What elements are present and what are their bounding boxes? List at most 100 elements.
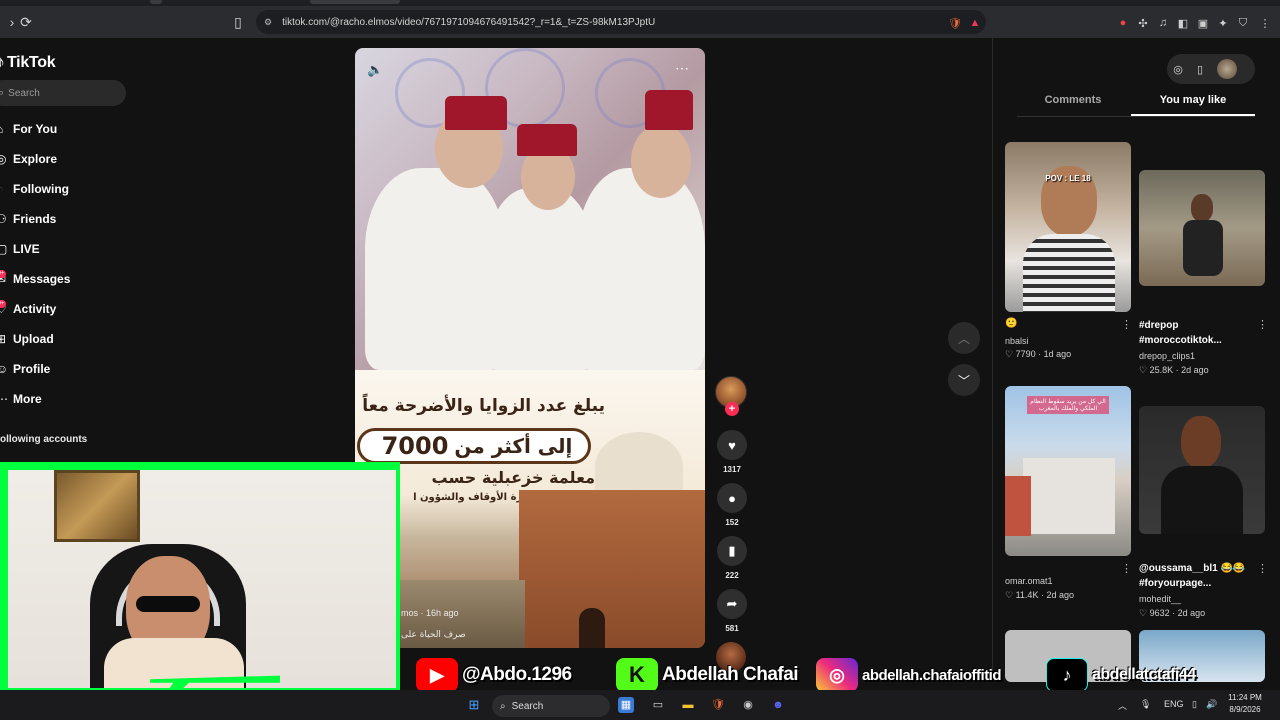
see-translation[interactable]: slation — [399, 647, 425, 648]
device-icon[interactable]: ▯ — [1189, 63, 1211, 76]
save-button[interactable]: ▮ — [717, 536, 747, 566]
system-clock[interactable]: 11:24 PM 8/9/2026 — [1218, 692, 1272, 716]
mute-icon[interactable]: 🔈 — [367, 62, 383, 78]
bookmark-icon: ▮ — [728, 543, 736, 558]
follow-plus-icon[interactable]: + — [725, 402, 739, 416]
tab-comments[interactable]: Comments — [1017, 94, 1129, 116]
reload-icon[interactable]: ⟳ — [14, 10, 38, 34]
browser-tab[interactable] — [150, 0, 162, 4]
address-bar[interactable]: ⚙ tiktok.com/@racho.elmos/video/76719710… — [256, 10, 986, 34]
site-info-icon[interactable]: ⚙ — [264, 17, 272, 28]
card-more-icon[interactable]: ⋮ — [1257, 318, 1268, 331]
nav-messages[interactable]: 9+ ✉ Messages — [0, 269, 70, 289]
file-explorer-icon[interactable]: ▬ — [680, 697, 696, 713]
mic-icon[interactable]: 🎙 — [1140, 699, 1151, 710]
vpn-icon[interactable]: ⛉ — [1236, 16, 1250, 30]
comment-button[interactable]: ● — [717, 483, 747, 513]
card-username[interactable]: nbalsi — [1005, 336, 1029, 346]
brave-rewards-icon[interactable]: ▲ — [968, 16, 982, 30]
widgets-icon[interactable]: ▦ — [618, 697, 634, 713]
extensions-puzzle-icon[interactable]: ✣ — [1136, 16, 1150, 30]
video-thumbnail[interactable] — [1139, 406, 1265, 534]
user-avatar[interactable] — [1217, 59, 1237, 79]
discord-icon[interactable]: ☻ — [770, 697, 786, 713]
video-more-icon[interactable]: ⋯ — [675, 60, 689, 77]
card-username[interactable]: drepop_clips1 — [1139, 351, 1195, 361]
url-text: tiktok.com/@racho.elmos/video/7671971094… — [282, 16, 656, 28]
card-more-icon[interactable]: ⋮ — [1121, 562, 1132, 575]
like-count: 1317 — [723, 465, 741, 474]
heart-outline-icon: ♡ — [1005, 590, 1014, 600]
nav-more[interactable]: ⋯ More — [0, 389, 42, 409]
nav-profile[interactable]: ☺ Profile — [0, 359, 50, 379]
compass-icon: ◎ — [0, 152, 7, 166]
search-icon: ⌕ — [0, 86, 5, 99]
right-panel: ◎ ▯ Comments You may like POV : LE 18 🙂 … — [992, 38, 1280, 682]
network-icon[interactable]: ▯ — [1192, 699, 1197, 710]
upload-icon: ⊞ — [0, 332, 7, 346]
card-more-icon[interactable]: ⋮ — [1257, 562, 1268, 575]
leo-icon[interactable]: ✦ — [1216, 16, 1230, 30]
browser-tab-active[interactable] — [310, 0, 400, 4]
video-author-time[interactable]: mos · 16h ago — [401, 608, 459, 618]
wallet-icon[interactable]: ▣ — [1196, 16, 1210, 30]
nav-activity[interactable]: 9+ ♡ Activity — [0, 299, 56, 319]
like-button[interactable]: ♥ — [717, 430, 747, 460]
card-caption: #drepop — [1139, 320, 1179, 331]
obs-icon[interactable]: ◉ — [740, 697, 756, 713]
search-box[interactable]: ⌕ — [0, 80, 126, 106]
extension-icon[interactable]: ● — [1116, 16, 1130, 30]
card-more-icon[interactable]: ⋮ — [1121, 318, 1132, 331]
nav-live[interactable]: ▢ LIVE — [0, 239, 40, 259]
chevron-down-icon: ﹀ — [957, 373, 970, 388]
action-rail: + ♥ 1317 ● 152 ▮ 222 ➦ 581 — [712, 38, 752, 682]
tray-chevron-icon[interactable]: ︿ — [1118, 699, 1127, 712]
nav-explore[interactable]: ◎ Explore — [0, 149, 57, 169]
task-view-icon[interactable]: ▭ — [650, 697, 666, 713]
video-thumbnail[interactable] — [1139, 170, 1265, 286]
card-caption-line2: #moroccotiktok... — [1139, 335, 1222, 346]
webcam-feed — [8, 470, 396, 688]
more-icon: ⋯ — [0, 392, 8, 406]
coin-icon[interactable]: ◎ — [1167, 63, 1189, 76]
card-caption-line2: #foryourpage... — [1139, 578, 1212, 589]
search-input[interactable] — [8, 87, 109, 99]
brave-shield-icon[interactable]: 🛡 — [948, 16, 962, 30]
media-icon[interactable]: ♫ — [1156, 16, 1170, 30]
profile-icon: ☺ — [0, 362, 9, 376]
share-button[interactable]: ➦ — [717, 589, 747, 619]
language-indicator[interactable]: ENG — [1164, 699, 1184, 709]
next-video-button[interactable]: ﹀ — [948, 364, 980, 396]
comment-icon: ● — [728, 490, 736, 506]
panel-toolbar: ◎ ▯ — [1167, 54, 1255, 84]
taskbar: ⊞ ⌕ Search ▦ ▭ ▬ 🛡 ◉ ☻ ︿ 🎙 ENG ▯ 🔊 11:24… — [0, 690, 1280, 720]
brave-browser-icon[interactable]: 🛡 — [710, 697, 726, 713]
kick-icon: K — [616, 658, 658, 692]
video-number-pill: إلى أكثر من 7000 — [357, 428, 591, 464]
instagram-handle: ◎ abdellah.chafaioffitid — [816, 658, 1002, 692]
volume-icon[interactable]: 🔊 — [1206, 699, 1217, 710]
start-icon[interactable]: ⊞ — [466, 697, 482, 713]
following-accounts-heading: ollowing accounts — [0, 434, 88, 445]
video-player[interactable]: 🔈 ⋯ يبلغ عدد الزوايا والأضرحة معاً إلى أ… — [355, 48, 705, 648]
video-thumbnail[interactable]: الي كل من يريد سقوط النظام الملكي والملك… — [1005, 386, 1131, 556]
video-thumbnail[interactable]: POV : LE 18 — [1005, 142, 1131, 312]
heart-outline-icon: ♡ — [1005, 349, 1014, 359]
taskbar-search[interactable]: ⌕ Search — [492, 695, 610, 717]
bookmark-icon[interactable]: ▯ — [226, 10, 250, 34]
tiktok-logo[interactable]: ♪ TikTok — [0, 52, 56, 73]
tab-you-may-like[interactable]: You may like — [1131, 94, 1255, 116]
card-caption: @oussama__bl1 😂😂 — [1139, 563, 1246, 574]
card-username[interactable]: omar.omat1 — [1005, 576, 1053, 586]
youtube-handle: ▶ @Abdo.1296 — [416, 658, 572, 692]
card-username[interactable]: mohedit__ — [1139, 594, 1181, 604]
nav-following[interactable]: ◐ Following — [0, 179, 69, 199]
previous-video-button[interactable]: ︿ — [948, 322, 980, 354]
sidebar-icon[interactable]: ◧ — [1176, 16, 1190, 30]
following-icon: ◐ — [0, 182, 10, 196]
nav-for-you[interactable]: ⌂ For You — [0, 119, 57, 139]
heart-outline-icon: ♡ — [1139, 365, 1148, 375]
menu-icon[interactable]: ⋮ — [1258, 16, 1272, 30]
nav-friends[interactable]: ⚇ Friends — [0, 209, 56, 229]
nav-upload[interactable]: ⊞ Upload — [0, 329, 54, 349]
